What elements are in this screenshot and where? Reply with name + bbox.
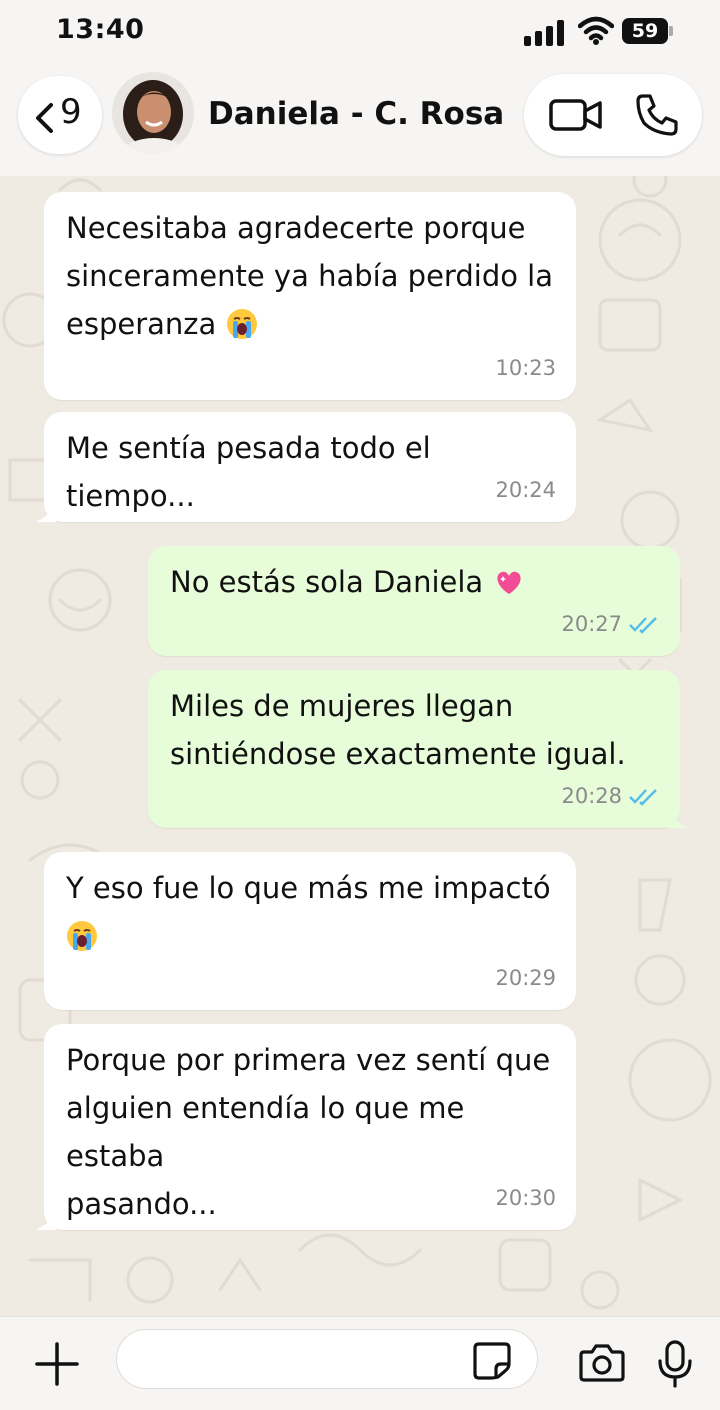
back-button[interactable]: 9 bbox=[18, 76, 102, 154]
message-meta: 20:30 bbox=[495, 1174, 556, 1222]
call-actions bbox=[524, 74, 702, 156]
microphone-icon[interactable] bbox=[656, 1339, 694, 1389]
bubble-tail bbox=[668, 812, 688, 828]
message-bubble-incoming[interactable]: Y eso fue lo que más me impactó 20:29 bbox=[44, 852, 576, 1010]
wifi-icon bbox=[578, 16, 614, 45]
phone-icon[interactable] bbox=[634, 92, 680, 138]
bubble-tail bbox=[36, 506, 56, 522]
contact-name[interactable]: Daniela - C. Rosa bbox=[208, 96, 504, 132]
status-bar: 13:40 59 bbox=[0, 0, 720, 66]
message-input[interactable] bbox=[116, 1329, 538, 1389]
message-text-line: sintiéndose exactamente igual. bbox=[170, 737, 626, 771]
message-bubble-incoming[interactable]: Porque por primera vez sentí que alguien… bbox=[36, 1024, 576, 1230]
message-time: 20:29 bbox=[495, 966, 556, 990]
unread-count: 9 bbox=[60, 92, 82, 132]
battery-level: 59 bbox=[631, 20, 659, 42]
message-text-line: Porque por primera vez sentí que bbox=[66, 1043, 551, 1077]
sparkling-heart-emoji bbox=[497, 571, 521, 594]
message-meta: 20:27 bbox=[561, 600, 660, 648]
bubble-tail bbox=[36, 1214, 56, 1230]
message-text-line: Me sentía pesada todo el tiempo... bbox=[66, 431, 431, 513]
loudly-crying-face-emoji bbox=[227, 309, 258, 339]
double-check-read-icon bbox=[629, 617, 657, 634]
compose-bar bbox=[0, 1316, 720, 1410]
message-text-line: alguien entendía lo que me estaba bbox=[66, 1091, 465, 1173]
message-text-line: Y eso fue lo que más me impactó bbox=[66, 871, 551, 905]
message-bubble-incoming[interactable]: Necesitaba agradecerte porque sinceramen… bbox=[44, 192, 576, 400]
status-time: 13:40 bbox=[56, 14, 145, 45]
message-meta: 20:28 bbox=[561, 772, 660, 820]
chat-header: 9 Daniela - C. Rosa bbox=[0, 66, 720, 176]
plus-icon[interactable] bbox=[34, 1341, 80, 1387]
message-text-line: Miles de mujeres llegan bbox=[170, 689, 514, 723]
message-time: 20:28 bbox=[561, 784, 622, 808]
message-meta: 20:29 bbox=[495, 954, 556, 1002]
loudly-crying-face-emoji bbox=[67, 921, 97, 951]
cellular-signal-icon bbox=[524, 20, 564, 46]
message-meta: 20:24 bbox=[495, 466, 556, 514]
message-meta: 10:23 bbox=[495, 344, 556, 392]
message-bubble-incoming[interactable]: Me sentía pesada todo el tiempo... 20:24 bbox=[36, 412, 576, 522]
camera-icon[interactable] bbox=[578, 1343, 626, 1383]
message-text-line: esperanza bbox=[66, 307, 217, 341]
message-bubble-outgoing[interactable]: Miles de mujeres llegan sintiéndose exac… bbox=[148, 670, 688, 828]
chevron-left-icon bbox=[36, 103, 53, 133]
video-camera-icon[interactable] bbox=[548, 96, 604, 134]
message-time: 20:30 bbox=[495, 1186, 556, 1210]
sticker-icon[interactable] bbox=[471, 1340, 513, 1382]
message-time: 10:23 bbox=[495, 356, 556, 380]
message-time: 20:27 bbox=[561, 612, 622, 636]
contact-avatar[interactable] bbox=[112, 72, 194, 154]
message-text-line: No estás sola Daniela bbox=[170, 565, 484, 599]
battery-icon: 59 bbox=[622, 18, 673, 44]
message-text-line: sinceramente ya había perdido la bbox=[66, 259, 554, 293]
double-check-read-icon bbox=[629, 789, 657, 806]
message-time: 20:24 bbox=[495, 478, 556, 502]
message-text-line: pasando... bbox=[66, 1187, 217, 1221]
message-text-line: Necesitaba agradecerte porque bbox=[66, 211, 526, 245]
message-bubble-outgoing[interactable]: No estás sola Daniela 20:27 bbox=[148, 546, 680, 656]
